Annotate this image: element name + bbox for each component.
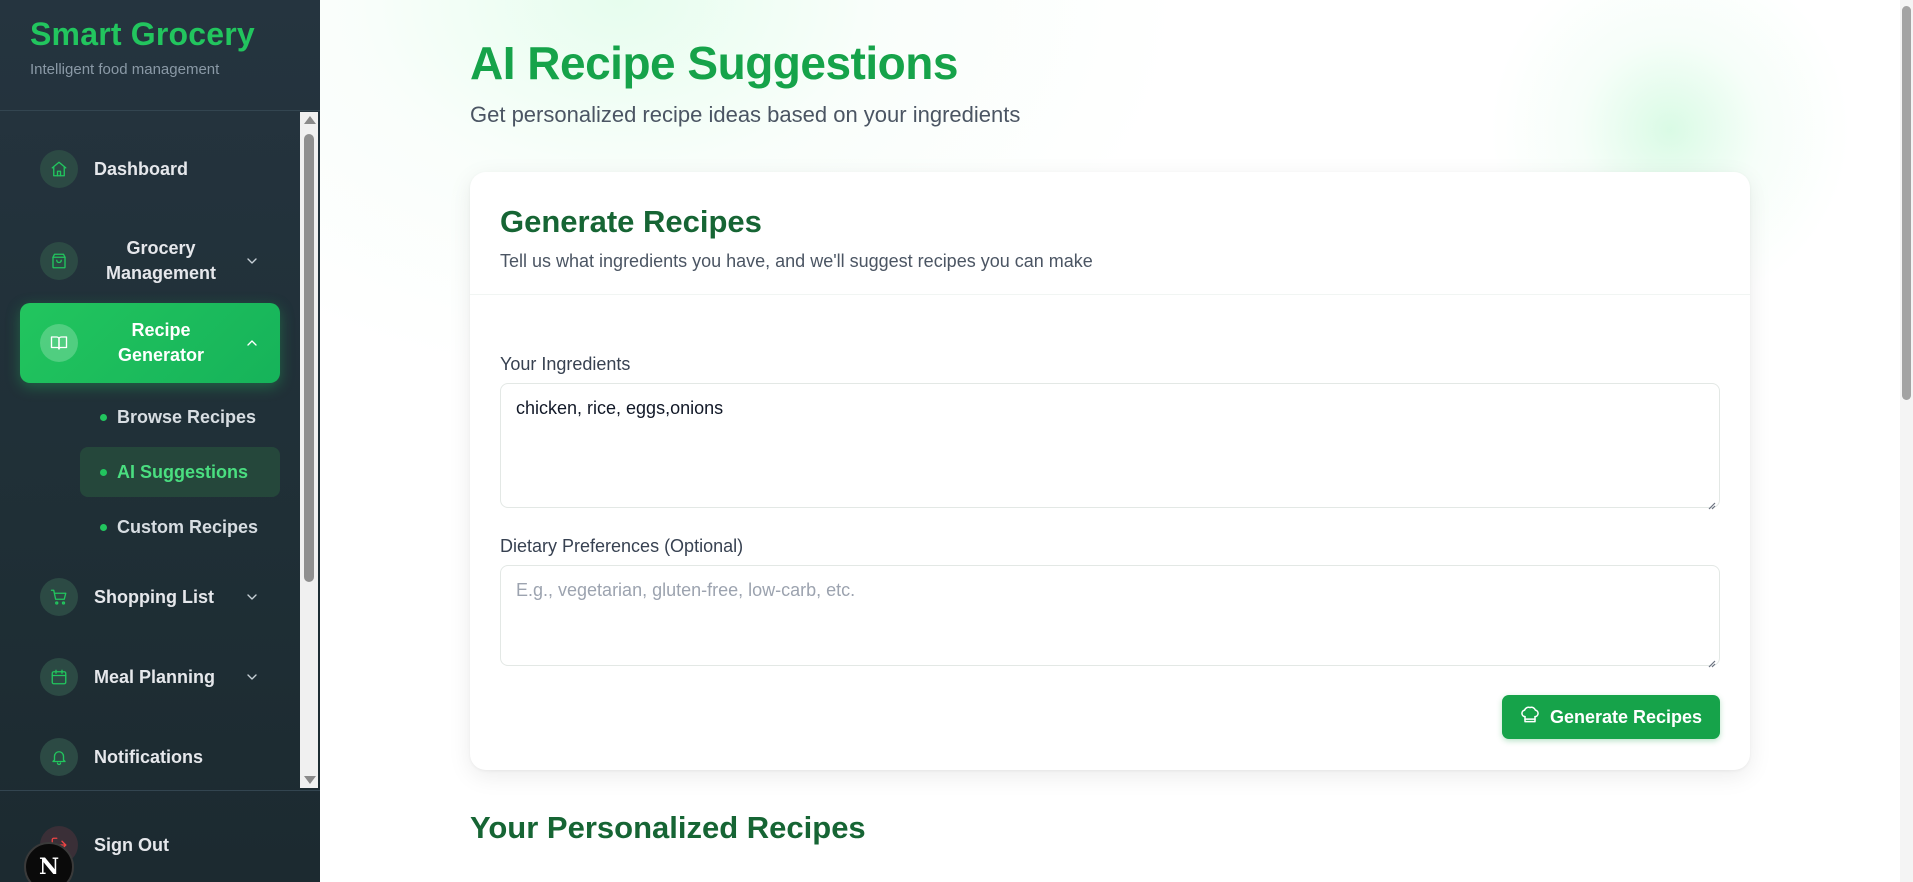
divider [470, 294, 1750, 295]
calendar-icon [40, 658, 78, 696]
ingredients-label: Your Ingredients [500, 354, 631, 374]
personalized-recipes-heading: Your Personalized Recipes [470, 810, 866, 845]
brand: Smart Grocery Intelligent food managemen… [30, 16, 255, 78]
sidebar-item-label: Grocery Management [105, 238, 217, 283]
bullet-dot [100, 413, 107, 421]
sidebar-item-label: Dashboard [94, 158, 189, 179]
chevron-down-icon[interactable] [244, 589, 260, 605]
divider [0, 110, 320, 111]
page-subtitle: Get personalized recipe ideas based on y… [470, 102, 1021, 127]
sidebar-nav: Dashboard Grocery Management Recipe Gene… [0, 112, 300, 788]
resize-handle-icon[interactable] [1706, 494, 1716, 510]
home-icon [40, 150, 78, 188]
sidebar-subitem-label: AI Suggestions [117, 461, 249, 482]
scroll-down-arrow-icon[interactable] [304, 776, 316, 784]
sidebar-scrollbar[interactable] [300, 112, 318, 788]
generate-recipes-label: Generate Recipes [1549, 706, 1703, 727]
sidebar-item-label: Shopping List [94, 586, 214, 607]
generate-recipes-card: Generate Recipes Tell us what ingredient… [470, 172, 1750, 770]
sidebar-item-label: Recipe Generator [117, 320, 205, 365]
page-title: AI Recipe Suggestions [470, 37, 958, 89]
brand-subtitle: Intelligent food management [30, 61, 220, 78]
generate-recipes-button[interactable]: Generate Recipes [1502, 695, 1720, 739]
sidebar-subitem-custom-recipes[interactable]: Custom Recipes [80, 502, 280, 552]
card-title: Generate Recipes [500, 204, 762, 239]
chevron-down-icon[interactable] [244, 669, 260, 685]
sidebar-item-shopping-list[interactable]: Shopping List [20, 570, 280, 624]
sidebar-item-notifications[interactable]: Notifications [20, 730, 280, 784]
dietary-preferences-label: Dietary Preferences (Optional) [500, 536, 744, 556]
cart-icon [40, 578, 78, 616]
sidebar: Smart Grocery Intelligent food managemen… [0, 0, 320, 882]
dietary-preferences-placeholder: E.g., vegetarian, gluten-free, low-carb,… [516, 580, 856, 600]
main-content: AI Recipe Suggestions Get personalized r… [320, 0, 1913, 882]
bell-icon [40, 738, 78, 776]
scrollbar-thumb[interactable] [1902, 6, 1911, 400]
resize-handle-icon[interactable] [1706, 652, 1716, 668]
sidebar-item-recipe-generator[interactable]: Recipe Generator [20, 303, 280, 383]
sidebar-item-label: Notifications [94, 746, 204, 767]
ingredients-textarea[interactable]: chicken, rice, eggs,onions [500, 383, 1720, 510]
ingredients-value: chicken, rice, eggs,onions [516, 398, 724, 418]
bullet-dot [100, 523, 107, 531]
divider [0, 790, 320, 791]
sidebar-item-dashboard[interactable]: Dashboard [20, 142, 280, 196]
scrollbar-thumb[interactable] [304, 134, 314, 582]
book-open-icon [40, 324, 78, 362]
chevron-up-icon[interactable] [244, 335, 260, 351]
sidebar-subitem-label: Browse Recipes [117, 406, 257, 427]
brand-title[interactable]: Smart Grocery [30, 16, 255, 53]
sidebar-item-grocery-management[interactable]: Grocery Management [20, 226, 280, 296]
sidebar-item-meal-planning[interactable]: Meal Planning [20, 650, 280, 704]
sign-out-label: Sign Out [94, 834, 169, 855]
chevron-down-icon[interactable] [244, 253, 260, 269]
chef-hat-icon [1520, 705, 1540, 730]
shopping-bag-icon [40, 242, 78, 280]
page-scrollbar[interactable] [1900, 0, 1913, 882]
sidebar-item-label: Meal Planning [94, 666, 216, 687]
dietary-preferences-textarea[interactable]: E.g., vegetarian, gluten-free, low-carb,… [500, 565, 1720, 668]
bullet-dot [100, 468, 107, 476]
sidebar-subitem-label: Custom Recipes [117, 516, 259, 537]
sidebar-subitem-ai-suggestions[interactable]: AI Suggestions [80, 447, 280, 497]
card-subtitle: Tell us what ingredients you have, and w… [500, 251, 1093, 271]
sidebar-subitem-browse-recipes[interactable]: Browse Recipes [80, 392, 280, 442]
scroll-up-arrow-icon[interactable] [304, 116, 316, 124]
